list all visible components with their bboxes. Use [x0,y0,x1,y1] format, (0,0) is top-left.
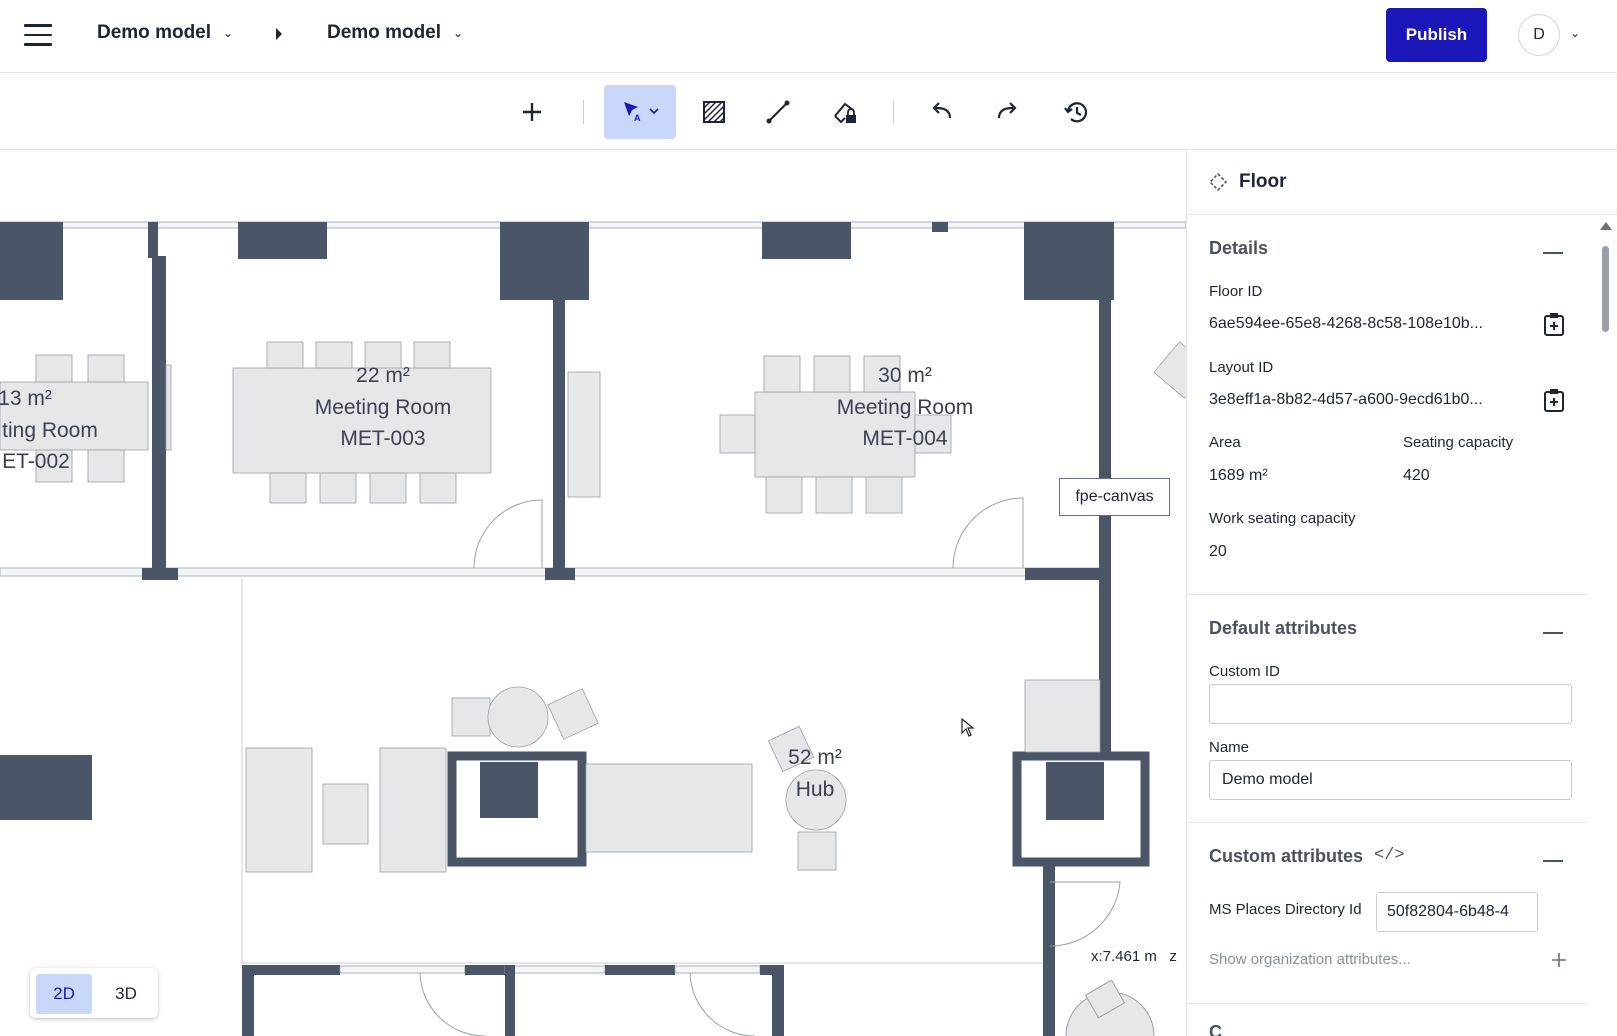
coordinate-readout: x:7.461 m z [1091,948,1177,965]
custom-id-input[interactable] [1209,684,1572,724]
code-icon[interactable]: </> [1374,846,1405,865]
hatch-icon[interactable] [687,85,741,139]
collapse-default-attributes-icon[interactable] [1543,632,1563,634]
select-icon[interactable]: A [604,85,676,139]
coordinate-z: z [1169,948,1177,965]
custom-id-label: Custom ID [1209,663,1280,680]
chevron-right-icon [276,28,282,40]
undo-icon[interactable] [915,85,969,139]
room-area-label: 22 m² [356,364,410,387]
floor-plan-furniture [0,341,1186,873]
panel-scrollbar[interactable] [1600,222,1612,1036]
details-section-title: Details [1209,238,1269,258]
default-attributes-title: Default attributes [1209,618,1358,638]
copy-layout-id-icon[interactable] [1543,388,1565,412]
floor-plan-walls [0,221,1186,1036]
layout-id-value: 3e8eff1a-8b82-4d57-a600-9ecd61b0... [1209,391,1483,408]
2d-mode-button[interactable]: 2D [36,974,92,1014]
room-type-label: Meeting Room [837,396,974,419]
top-bar: Demo model ⌄ Demo model ⌄ Publish D ⌄ [0,0,1617,73]
layout-id-label: Layout ID [1209,359,1274,376]
view-mode-switch: 2D 3D [30,968,158,1018]
show-organization-attributes-link[interactable]: Show organization attributes... [1209,951,1411,968]
lock-fill-icon[interactable] [818,85,872,139]
avatar[interactable]: D [1518,14,1560,56]
redo-icon[interactable] [980,85,1034,139]
chevron-down-icon: ⌄ [223,26,234,40]
name-label: Name [1209,739,1250,756]
room-area-label: 30 m² [878,364,932,387]
work-seating-capacity-label: Work seating capacity [1209,510,1356,527]
room-type-label: Hub [796,778,835,801]
room-type-label: Meeting Room [315,396,452,419]
floor-id-value: 6ae594ee-65e8-4268-8c58-108e10b... [1209,315,1484,332]
room-code-label: MET-003 [340,427,425,450]
scroll-thumb[interactable] [1602,246,1609,332]
history-icon[interactable] [1049,85,1103,139]
chevron-down-icon[interactable]: ⌄ [1570,26,1580,40]
ms-places-directory-input[interactable] [1376,892,1538,932]
chevron-down-icon: ⌄ [453,26,464,40]
area-value: 1689 m² [1209,467,1268,484]
breadcrumb-model[interactable]: Demo model ⌄ [97,22,233,44]
next-section-title: C [1209,1022,1222,1036]
floor-icon [1209,173,1227,191]
seating-capacity-label: Seating capacity [1403,434,1514,451]
publish-button[interactable]: Publish [1386,8,1487,62]
work-seating-capacity-value: 20 [1209,543,1227,560]
copy-floor-id-icon[interactable] [1543,312,1565,336]
line-icon[interactable] [751,85,805,139]
toolbar-divider [583,100,584,124]
coordinate-x: x:7.461 m [1091,948,1157,965]
breadcrumb-layout[interactable]: Demo model ⌄ [327,22,463,44]
scroll-up-icon[interactable] [1600,222,1612,230]
name-input[interactable] [1209,760,1572,800]
floor-id-label: Floor ID [1209,283,1263,300]
section-divider [1187,1003,1587,1004]
toolbar-divider [893,100,894,124]
room-area-label: 13 m² [0,387,52,410]
room-area-label: 52 m² [788,746,842,769]
panel-title: Floor [1239,171,1287,192]
mouse-cursor-icon [961,718,975,737]
add-attribute-icon[interactable] [1551,952,1567,968]
section-divider [1187,594,1587,595]
seating-capacity-value: 420 [1403,467,1430,484]
canvas-tooltip: fpe-canvas [1059,478,1170,516]
collapse-custom-attributes-icon[interactable] [1543,860,1563,862]
room-type-label: ting Room [2,419,98,442]
custom-attributes-title: Custom attributes [1209,846,1364,866]
breadcrumb-layout-label: Demo model [327,22,442,43]
ms-places-directory-label: MS Places Directory Id [1209,901,1362,918]
properties-panel: Floor Details Floor ID 6ae594ee-65e8-426… [1186,150,1617,1036]
add-icon[interactable] [505,85,559,139]
floor-plan-canvas[interactable]: 13 m² ting Room ET-002 22 m² Meeting Roo… [0,150,1186,1036]
room-code-label: ET-002 [2,450,70,473]
svg-text:A: A [634,113,641,123]
area-label: Area [1209,434,1241,451]
editing-toolbar [0,73,1617,150]
section-divider [1187,822,1587,823]
breadcrumb-model-label: Demo model [97,22,212,43]
room-code-label: MET-004 [862,427,948,450]
3d-mode-button[interactable]: 3D [98,974,154,1014]
collapse-details-icon[interactable] [1543,252,1563,254]
panel-header: Floor [1187,150,1617,215]
menu-icon[interactable] [24,24,52,46]
